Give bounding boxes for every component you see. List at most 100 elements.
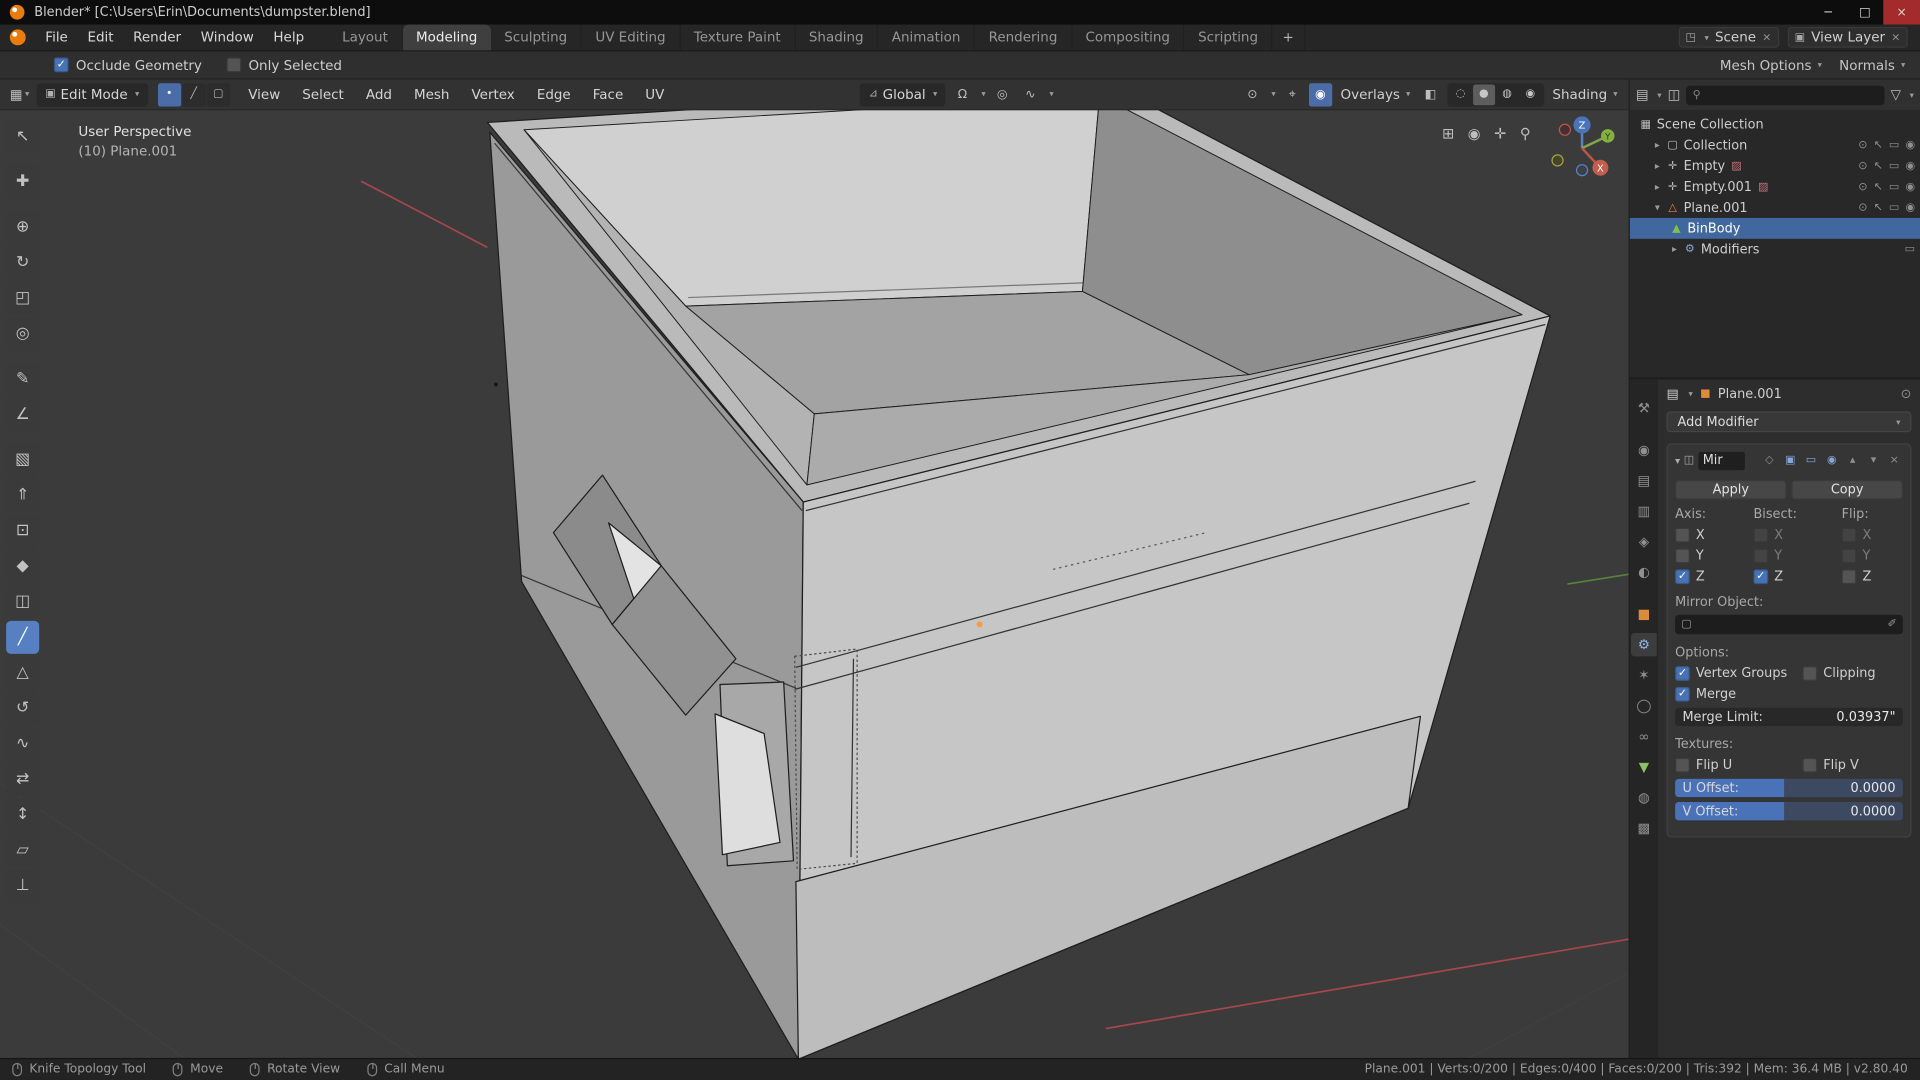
tab-compositing[interactable]: Compositing	[1072, 24, 1185, 50]
tool-shear[interactable]: ▱	[6, 834, 39, 867]
menu-mesh[interactable]: Mesh	[405, 86, 458, 102]
axis-x-checkbox[interactable]	[1675, 528, 1690, 543]
expand-icon[interactable]: ▸	[1651, 140, 1664, 151]
properties-editor-icon[interactable]: ▤	[1667, 387, 1679, 402]
pan-hand-icon[interactable]: ✛	[1494, 125, 1506, 142]
modifier-name-field[interactable]: Mir	[1698, 451, 1745, 469]
selectable-icon[interactable]: ↖	[1874, 139, 1883, 151]
outliner-row-binbody[interactable]: ▲ BinBody	[1630, 218, 1920, 239]
tab-rendering[interactable]: Rendering	[975, 24, 1072, 50]
axis-z-checkbox[interactable]	[1675, 569, 1690, 584]
overlays-toggle-icon[interactable]: ◉	[1309, 83, 1332, 106]
flip-z-checkbox[interactable]	[1842, 569, 1857, 584]
render-visibility-icon[interactable]: ◉	[1905, 139, 1915, 151]
props-tab-object[interactable]: ■	[1631, 602, 1657, 625]
props-tab-particles[interactable]: ✶	[1631, 664, 1657, 687]
outliner-row-modifiers[interactable]: ▸ ⚙ Modifiers ▭	[1630, 239, 1920, 260]
tool-inset-faces[interactable]: ⊡	[6, 514, 39, 547]
only-selected-option[interactable]: Only Selected	[226, 57, 342, 73]
tool-move[interactable]: ⊕	[6, 211, 39, 244]
flip-y-checkbox[interactable]	[1842, 549, 1857, 564]
expand-icon[interactable]: ▸	[1651, 160, 1664, 171]
normals-dropdown[interactable]: Normals ▾	[1839, 57, 1905, 73]
show-gizmo-icon[interactable]: ⌖	[1281, 83, 1304, 106]
tool-scale[interactable]: ◰	[6, 282, 39, 315]
tool-rotate[interactable]: ↻	[6, 246, 39, 279]
tool-poly-build[interactable]: △	[6, 656, 39, 689]
tab-scripting[interactable]: Scripting	[1185, 24, 1273, 50]
tool-knife[interactable]: ╱	[6, 621, 39, 654]
outliner-row-scene-collection[interactable]: ▦ Scene Collection	[1630, 114, 1920, 135]
props-tab-scene[interactable]: ◈	[1631, 530, 1657, 553]
menu-view[interactable]: View	[240, 86, 289, 102]
expand-icon[interactable]: ▸	[1651, 181, 1664, 192]
tab-texture-paint[interactable]: Texture Paint	[680, 24, 795, 50]
menu-vertex[interactable]: Vertex	[463, 86, 523, 102]
add-workspace-button[interactable]: +	[1273, 24, 1305, 50]
remove-view-layer-icon[interactable]: ×	[1891, 31, 1900, 43]
bisect-z-checkbox[interactable]	[1753, 569, 1768, 584]
render-visibility-icon[interactable]: ◉	[1905, 181, 1915, 193]
menu-edit[interactable]: Edit	[78, 24, 124, 50]
props-tab-world[interactable]: ◐	[1631, 561, 1657, 584]
outliner-editor-icon[interactable]: ▤	[1636, 87, 1649, 103]
scene-selector[interactable]: ◳ ▾ Scene ×	[1678, 27, 1779, 48]
gizmo-neg-x-axis[interactable]	[1559, 124, 1570, 135]
occlude-geometry-checkbox[interactable]	[54, 58, 69, 73]
grid-perspective-icon[interactable]: ⊞	[1442, 125, 1454, 142]
snap-magnet-icon[interactable]: Ω	[951, 83, 974, 106]
outliner-row-empty[interactable]: ▸ ✛ Empty ▨ ⊙ ↖ ▭ ◉	[1630, 156, 1920, 177]
merge-checkbox[interactable]	[1675, 687, 1690, 702]
hide-eye-icon[interactable]: ⊙	[1858, 160, 1867, 172]
edge-select-button[interactable]: ╱	[182, 83, 205, 106]
tool-extrude[interactable]: ⇑	[6, 479, 39, 512]
pin-icon[interactable]: ⊙	[1901, 387, 1912, 402]
blender-menu-icon[interactable]	[10, 29, 26, 45]
tab-layout[interactable]: Layout	[329, 24, 403, 50]
viewport-visibility-icon[interactable]: ▭	[1905, 243, 1915, 255]
tab-uv-editing[interactable]: UV Editing	[582, 24, 680, 50]
tool-add-cube[interactable]: ▧	[6, 443, 39, 476]
viewport-visibility-icon[interactable]: ▭	[1889, 181, 1899, 193]
viewport-visibility-icon[interactable]: ▭	[1889, 139, 1899, 151]
wireframe-shading-button[interactable]: ◌	[1450, 84, 1472, 105]
viewport-3d[interactable]: ▦ ▾ ▣ Edit Mode ▾ • ╱ ▢ View Select Add …	[0, 80, 1629, 1058]
props-tab-object-data[interactable]: ▼	[1631, 756, 1657, 779]
tab-modeling[interactable]: Modeling	[403, 24, 491, 50]
tool-bevel[interactable]: ◆	[6, 550, 39, 583]
props-tab-constraints[interactable]: ∞	[1631, 725, 1657, 748]
menu-file[interactable]: File	[36, 24, 78, 50]
render-visibility-icon[interactable]: ◉	[1905, 160, 1915, 172]
hide-eye-icon[interactable]: ⊙	[1858, 139, 1867, 151]
tab-animation[interactable]: Animation	[878, 24, 975, 50]
gizmo-neg-y-axis[interactable]	[1552, 155, 1563, 166]
shading-dropdown[interactable]: Shading ▾	[1549, 86, 1621, 102]
copy-button[interactable]: Copy	[1791, 480, 1902, 500]
only-selected-checkbox[interactable]	[226, 58, 241, 73]
props-tab-render[interactable]: ◉	[1631, 438, 1657, 461]
props-tab-physics[interactable]: ◯	[1631, 694, 1657, 717]
orientation-gizmo[interactable]: Z Y X	[1543, 111, 1621, 189]
eyedropper-icon[interactable]: ✐	[1887, 618, 1896, 630]
editor-type-button[interactable]: ▦ ▾	[7, 86, 31, 102]
bisect-x-checkbox[interactable]	[1753, 528, 1768, 543]
mesh-options-dropdown[interactable]: Mesh Options ▾	[1720, 57, 1822, 73]
hide-eye-icon[interactable]: ⊙	[1858, 181, 1867, 193]
flip-x-checkbox[interactable]	[1842, 528, 1857, 543]
maximize-button[interactable]: □	[1847, 0, 1884, 24]
menu-face[interactable]: Face	[584, 86, 632, 102]
bisect-y-checkbox[interactable]	[1753, 549, 1768, 564]
outliner-row-empty-001[interactable]: ▸ ✛ Empty.001 ▨ ⊙ ↖ ▭ ◉	[1630, 176, 1920, 197]
close-button[interactable]: ×	[1883, 0, 1920, 24]
viewport-visibility-icon[interactable]: ▭	[1889, 160, 1899, 172]
props-tab-output[interactable]: ▤	[1631, 469, 1657, 492]
rendered-shading-button[interactable]: ◉	[1519, 84, 1541, 105]
pivot-point-icon[interactable]: ⊙	[1241, 83, 1264, 106]
menu-render[interactable]: Render	[123, 24, 191, 50]
viewport-visibility-icon[interactable]: ▭	[1889, 201, 1899, 213]
unlink-scene-icon[interactable]: ×	[1762, 31, 1771, 43]
expand-icon[interactable]: ▸	[1668, 244, 1681, 255]
tool-rip-region[interactable]: ⊥	[6, 869, 39, 902]
flip-v-checkbox[interactable]	[1802, 758, 1817, 773]
hide-eye-icon[interactable]: ⊙	[1858, 201, 1867, 213]
